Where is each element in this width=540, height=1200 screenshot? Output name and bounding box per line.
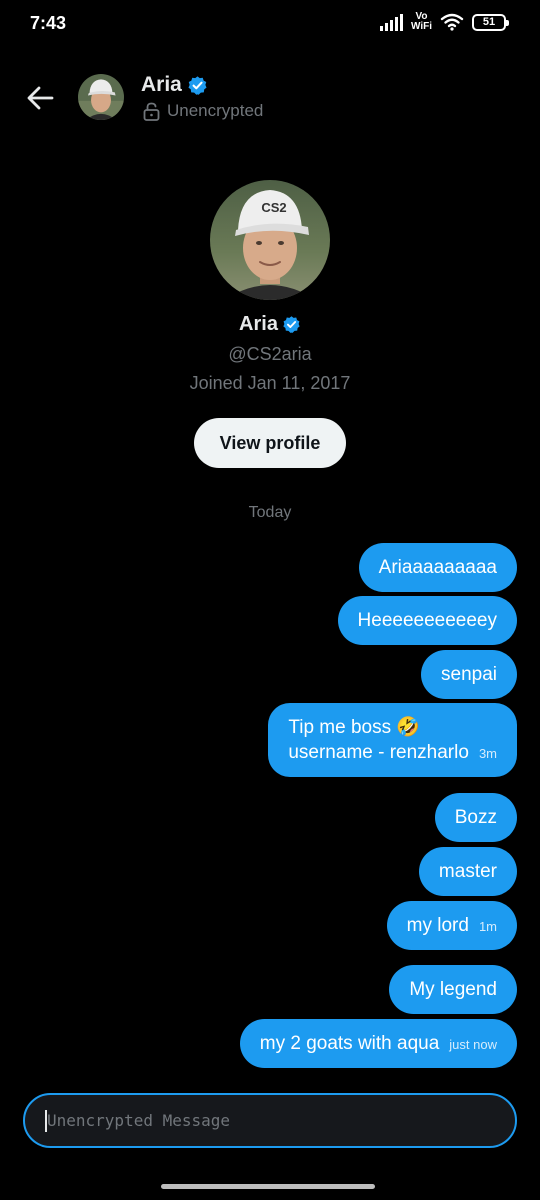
- message-bubble[interactable]: senpai: [421, 650, 517, 699]
- view-profile-button[interactable]: View profile: [194, 418, 346, 468]
- encryption-status: Unencrypted: [143, 101, 263, 121]
- encryption-label: Unencrypted: [167, 101, 264, 120]
- verified-badge-icon: [283, 316, 300, 333]
- verified-badge-icon: [188, 75, 207, 95]
- header-name-row[interactable]: Aria: [141, 73, 208, 97]
- message-bubble[interactable]: my 2 goats with aqua just now: [239, 1019, 517, 1068]
- unlocked-icon: [143, 102, 160, 121]
- conversation-header: Aria Unencrypted: [0, 70, 540, 126]
- message-composer[interactable]: [23, 1093, 517, 1148]
- profile-joined-date: Joined Jan 11, 2017: [189, 373, 351, 393]
- message-bubble[interactable]: Heeeeeeeeeeey: [337, 596, 517, 645]
- message-text: my lord: [406, 915, 469, 936]
- status-bar: 7:43 Vo WiFi 51: [0, 0, 540, 48]
- message-timestamp: 1m: [478, 919, 497, 934]
- message-timestamp: just now: [449, 1037, 497, 1052]
- wifi-icon: [440, 13, 464, 31]
- message-text: My legend: [409, 979, 497, 1000]
- message-text: Bozz: [454, 807, 497, 828]
- profile-avatar[interactable]: CS2: [210, 180, 330, 300]
- message-bubble[interactable]: master: [418, 847, 517, 896]
- message-text: my 2 goats with aqua: [259, 1033, 440, 1054]
- profile-name-row: Aria: [0, 313, 540, 336]
- message-text: master: [438, 861, 497, 882]
- status-icons: Vo WiFi 51: [379, 11, 509, 32]
- vowifi-label: Vo WiFi: [410, 11, 432, 32]
- status-time: 7:43: [30, 13, 67, 33]
- message-timestamp: 3m: [478, 746, 497, 761]
- home-indicator[interactable]: [161, 1184, 375, 1189]
- message-bubble[interactable]: my lord 1m: [386, 901, 517, 950]
- message-text: senpai: [441, 664, 497, 685]
- message-line: Tip me boss 🤣: [288, 717, 421, 738]
- message-input[interactable]: [47, 1095, 497, 1146]
- cap-logo-text: CS2: [261, 200, 286, 215]
- cell-signal-icon: [379, 13, 403, 31]
- message-text: Tip me boss 🤣 username - renzharlo: [288, 715, 469, 765]
- header-name: Aria: [141, 73, 182, 96]
- battery-level: 51: [482, 16, 496, 28]
- message-bubble[interactable]: Tip me boss 🤣 username - renzharlo 3m: [268, 703, 517, 777]
- profile-handle: @CS2aria: [228, 344, 312, 364]
- message-bubble[interactable]: Ariaaaaaaaaa: [358, 543, 517, 592]
- message-text: Heeeeeeeeeeey: [357, 610, 497, 631]
- header-avatar[interactable]: [78, 74, 124, 120]
- message-text: Ariaaaaaaaaa: [378, 557, 497, 578]
- back-arrow-icon[interactable]: [22, 80, 58, 116]
- message-bubble[interactable]: Bozz: [434, 793, 517, 842]
- message-line: username - renzharlo: [288, 742, 469, 763]
- message-bubble[interactable]: My legend: [389, 965, 517, 1014]
- day-separator: Today: [248, 504, 292, 521]
- battery-icon: 51: [472, 13, 509, 31]
- profile-card: CS2 Aria @CS2aria Joined Jan 11, 2017 Vi…: [0, 180, 540, 468]
- profile-name: Aria: [239, 313, 278, 335]
